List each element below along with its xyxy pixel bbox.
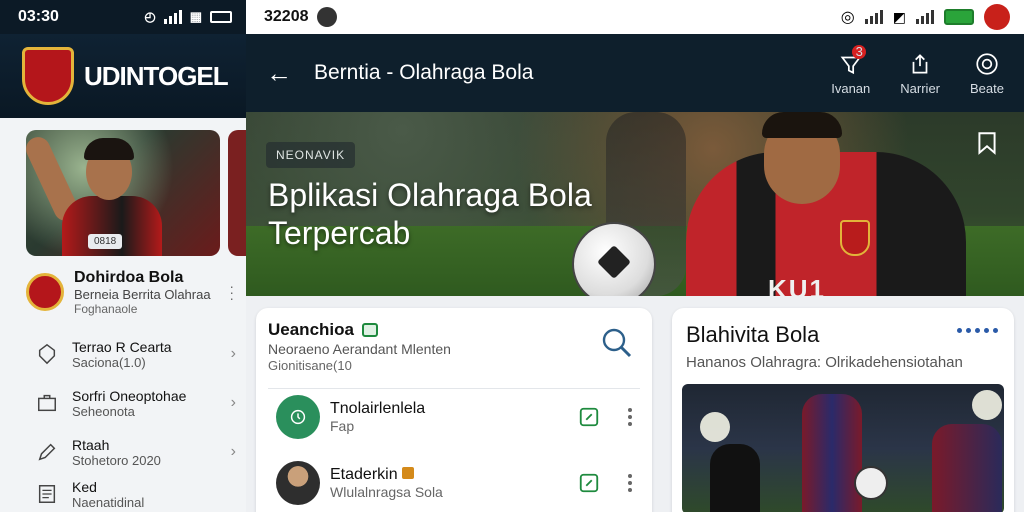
item-sub: Wlulalnragsa Sola bbox=[330, 484, 443, 500]
alarm-icon: ◴ bbox=[144, 9, 156, 24]
search-card: Ueanchioa Neoraeno Aerandant Mlenten Gio… bbox=[256, 308, 652, 512]
hero-chip: NEONAVIK bbox=[266, 142, 356, 168]
settings-icon bbox=[976, 52, 998, 75]
signal-icon bbox=[864, 10, 883, 24]
appbar-actions: 3 Ivanan Narrier Beate bbox=[831, 44, 1004, 96]
action-label: Ivanan bbox=[831, 80, 871, 96]
left-status-time: 03:30 bbox=[18, 8, 59, 25]
document-icon bbox=[34, 481, 60, 507]
hero-banner[interactable]: KU1 NEONAVIK Bplikasi Olahraga Bola Terp… bbox=[246, 112, 1024, 296]
divider bbox=[268, 388, 640, 389]
more-vert-icon[interactable] bbox=[628, 474, 632, 492]
club-crest-icon bbox=[840, 220, 870, 256]
more-vert-icon[interactable] bbox=[628, 408, 632, 426]
settings-button[interactable]: Beate bbox=[970, 51, 1004, 96]
status-time: 32208 bbox=[264, 8, 309, 25]
row-title: Terrao R Cearta bbox=[72, 338, 172, 355]
brand-logo-icon bbox=[22, 47, 74, 105]
left-status-icons: ◴ ▦ bbox=[144, 9, 232, 25]
app-root: 03:30 ◴ ▦ UDINTOGEL 0818 Dohirdoa Bola B… bbox=[0, 0, 1024, 512]
brand-header: UDINTOGEL bbox=[0, 34, 246, 118]
shield-icon bbox=[34, 341, 60, 367]
left-row-1[interactable]: Sorfri Oneoptohae Seheonota › bbox=[34, 383, 236, 423]
more-horiz-icon[interactable] bbox=[957, 328, 998, 333]
action-label: Beate bbox=[970, 80, 1004, 96]
chevron-right-icon: › bbox=[230, 345, 236, 362]
page-title: Berntia - Olahraga Bola bbox=[314, 61, 534, 84]
no-sim-icon: ◩ bbox=[892, 8, 906, 25]
signal-icon bbox=[163, 10, 182, 24]
item-title: Etaderkin bbox=[330, 466, 578, 484]
flame-icon bbox=[402, 467, 415, 479]
left-row-3[interactable]: Ked Naenatidinal bbox=[34, 474, 236, 512]
row-sub: Saciona(1.0) bbox=[72, 354, 146, 370]
user-avatar bbox=[276, 461, 320, 505]
item-sub: Fap bbox=[330, 418, 355, 434]
status-icons: ◎ ◩ bbox=[841, 4, 1010, 30]
card-line1: Neoraeno Aerandant Mlenten bbox=[268, 341, 451, 357]
image-tag: 0818 bbox=[88, 234, 123, 249]
hero-title: Bplikasi Olahraga Bola Terpercab bbox=[268, 177, 592, 251]
bookmark-icon[interactable] bbox=[974, 130, 1000, 156]
row-sub: Naenatidinal bbox=[72, 494, 145, 510]
main-panel: 32208 ◎ ◩ ← Berntia - Olahraga Bola 3 Iv… bbox=[246, 0, 1024, 512]
chevron-right-icon: › bbox=[230, 394, 236, 411]
featured-item[interactable]: Dohirdoa Bola Berneia Berrita Olahraa Fo… bbox=[26, 268, 246, 316]
pencil-icon bbox=[34, 439, 60, 465]
list-item[interactable]: Etaderkin Wlulalnragsa Sola bbox=[276, 458, 632, 508]
row-title: Ked bbox=[72, 478, 97, 495]
share-icon bbox=[912, 53, 928, 74]
left-status-bar: 03:30 ◴ ▦ bbox=[0, 0, 246, 34]
card-title: Ueanchioa bbox=[268, 320, 354, 339]
more-vert-icon[interactable]: · · · bbox=[229, 279, 234, 305]
item-title: Tnolairlenlela bbox=[330, 400, 426, 417]
card-line2: Gionitisane(10 bbox=[268, 358, 352, 373]
action-label: Narrier bbox=[900, 80, 941, 96]
search-icon[interactable] bbox=[600, 326, 634, 360]
row-sub: Stohetoro 2020 bbox=[72, 452, 161, 468]
left-feature-image-next[interactable] bbox=[228, 130, 246, 256]
whistle-avatar-icon bbox=[276, 395, 320, 439]
notifications-button[interactable]: 3 Ivanan bbox=[831, 44, 871, 96]
jersey-number: KU1 bbox=[768, 274, 827, 296]
status-bar: 32208 ◎ ◩ bbox=[246, 0, 1024, 34]
profile-badge-icon[interactable] bbox=[984, 4, 1010, 30]
edit-icon[interactable] bbox=[578, 406, 600, 428]
notification-count: 3 bbox=[852, 44, 867, 59]
featured-title: Dohirdoa Bola bbox=[74, 268, 184, 286]
left-feature-image[interactable]: 0818 bbox=[26, 130, 220, 256]
signal-icon-2 bbox=[916, 10, 934, 24]
back-arrow-icon[interactable]: ← bbox=[266, 58, 292, 89]
battery-icon bbox=[944, 9, 974, 25]
row-title: Rtaah bbox=[72, 436, 110, 453]
brand-name: UDINTOGEL bbox=[84, 60, 229, 91]
featured-avatar bbox=[26, 273, 64, 311]
row-sub: Seheonota bbox=[72, 403, 135, 419]
alarm-icon: ◎ bbox=[840, 9, 855, 26]
card-subtitle: Hananos Olahragra: Olrikadehensiotahan bbox=[686, 354, 963, 371]
chevron-right-icon: › bbox=[230, 443, 236, 460]
wifi-icon: ▦ bbox=[189, 9, 202, 24]
list-item[interactable]: Tnolairlenlela Fap bbox=[276, 392, 632, 442]
chat-icon bbox=[361, 323, 378, 337]
app-bar: ← Berntia - Olahraga Bola 3 Ivanan Narri… bbox=[246, 34, 1024, 112]
left-row-0[interactable]: Terrao R Cearta Saciona(1.0) › bbox=[34, 334, 236, 374]
edit-icon[interactable] bbox=[578, 472, 600, 494]
news-card: Blahivita Bola Hananos Olahragra: Olrika… bbox=[672, 308, 1014, 512]
featured-subtitle: Berneia Berrita Olahraa bbox=[74, 286, 211, 302]
share-button[interactable]: Narrier bbox=[900, 51, 940, 96]
featured-meta: Foghanaole bbox=[74, 301, 138, 316]
card-title: Blahivita Bola bbox=[686, 322, 820, 347]
news-image[interactable] bbox=[682, 384, 1004, 512]
row-title: Sorfri Oneoptohae bbox=[72, 387, 187, 404]
left-panel: 03:30 ◴ ▦ UDINTOGEL 0818 Dohirdoa Bola B… bbox=[0, 0, 246, 512]
battery-icon bbox=[210, 11, 232, 23]
left-row-2[interactable]: Rtaah Stohetoro 2020 › bbox=[34, 432, 236, 472]
briefcase-icon bbox=[34, 390, 60, 416]
notification-icon bbox=[316, 7, 337, 27]
